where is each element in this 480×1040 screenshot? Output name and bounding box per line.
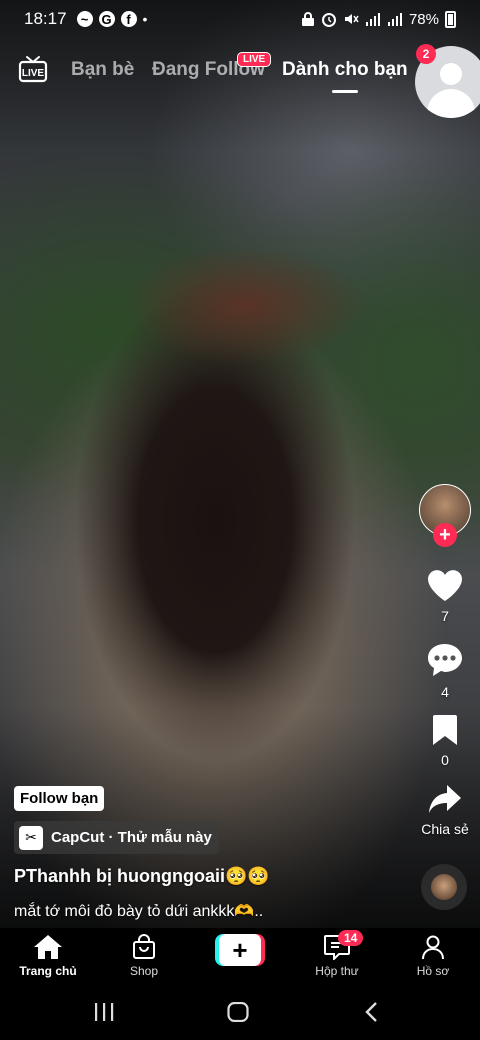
messenger-icon: ~ xyxy=(76,11,93,27)
google-icon: G xyxy=(98,11,115,27)
system-nav-bar xyxy=(0,984,480,1040)
follow-plus-button[interactable]: + xyxy=(433,523,457,547)
comment-count: 4 xyxy=(441,684,449,700)
save-count: 0 xyxy=(441,752,449,768)
music-disc[interactable] xyxy=(421,864,467,910)
nav-profile-label: Hồ sơ xyxy=(416,964,450,978)
heart-icon xyxy=(428,570,462,601)
capcut-icon: ✂ xyxy=(19,825,43,850)
create-button[interactable]: + xyxy=(215,934,265,966)
status-right: 78% xyxy=(301,10,456,28)
tab-for-you[interactable]: Dành cho bạn xyxy=(282,59,408,81)
comment-icon xyxy=(428,644,462,676)
follow-back-chip[interactable]: Follow bạn xyxy=(14,786,105,811)
back-icon[interactable] xyxy=(364,1002,380,1022)
tab-friends[interactable]: Bạn bè xyxy=(71,59,134,81)
avatar-placeholder-body xyxy=(427,89,475,118)
status-bar: 18:17 ~ G f • 78% xyxy=(0,0,480,38)
nav-home[interactable]: Trang chủ xyxy=(8,934,88,978)
nav-profile[interactable]: Hồ sơ xyxy=(393,934,473,978)
save-button[interactable]: 0 xyxy=(415,714,475,768)
recent-apps-icon[interactable] xyxy=(93,1002,115,1022)
battery-icon xyxy=(445,10,456,28)
capcut-template-label: CapCut · Thử mẫu này xyxy=(51,829,212,846)
bottom-nav: Trang chủ Shop + Hộp thư Hồ sơ xyxy=(0,928,480,984)
profile-person-icon xyxy=(422,935,444,960)
nav-shop-label: Shop xyxy=(129,964,159,978)
home-icon xyxy=(34,935,62,959)
nav-shop[interactable]: Shop xyxy=(104,934,184,978)
music-cover-art xyxy=(431,874,457,900)
plus-icon: + xyxy=(219,934,261,966)
nav-inbox-label: Hộp thư xyxy=(315,964,359,978)
bookmark-icon xyxy=(433,715,457,745)
inbox-badge: 14 xyxy=(338,930,364,946)
status-left: 18:17 ~ G f • xyxy=(24,9,147,29)
battery-percent: 78% xyxy=(408,10,439,28)
facebook-icon: f xyxy=(120,11,137,27)
like-count: 7 xyxy=(441,608,449,624)
nav-inbox[interactable]: Hộp thư xyxy=(297,934,377,978)
status-time: 18:17 xyxy=(24,9,67,28)
home-system-icon[interactable] xyxy=(227,1002,249,1022)
share-button[interactable]: Chia sẻ xyxy=(415,783,475,837)
notification-badge: 2 xyxy=(416,44,436,64)
live-tv-icon[interactable]: LIVE xyxy=(18,54,48,84)
share-arrow-icon xyxy=(429,785,461,813)
nav-home-label: Trang chủ xyxy=(19,964,77,978)
signal-icon xyxy=(387,13,402,26)
svg-text:LIVE: LIVE xyxy=(22,68,45,79)
alarm-icon xyxy=(321,13,336,27)
lock-icon xyxy=(301,12,314,26)
share-label: Chia sẻ xyxy=(421,821,469,837)
comment-button[interactable]: 4 xyxy=(415,642,475,700)
dot-icon: • xyxy=(142,11,148,27)
video-caption[interactable]: mắt tớ môi đỏ bày tỏ dứi ankkk🫶.. xyxy=(14,901,263,921)
capcut-template-chip[interactable]: ✂ CapCut · Thử mẫu này xyxy=(14,821,219,854)
avatar-placeholder-head xyxy=(440,63,462,85)
live-badge: LIVE xyxy=(237,52,272,67)
top-nav: LIVE Bạn bè Đang Follow LIVE Dành cho bạ… xyxy=(0,50,480,94)
active-tab-indicator xyxy=(332,90,358,93)
mute-icon xyxy=(344,14,359,24)
video-username[interactable]: PThanhh bị huongngoaii🥺🥺 xyxy=(14,866,270,887)
like-button[interactable]: 7 xyxy=(415,568,475,624)
signal-icon xyxy=(365,13,380,26)
shopping-bag-icon xyxy=(133,934,155,959)
